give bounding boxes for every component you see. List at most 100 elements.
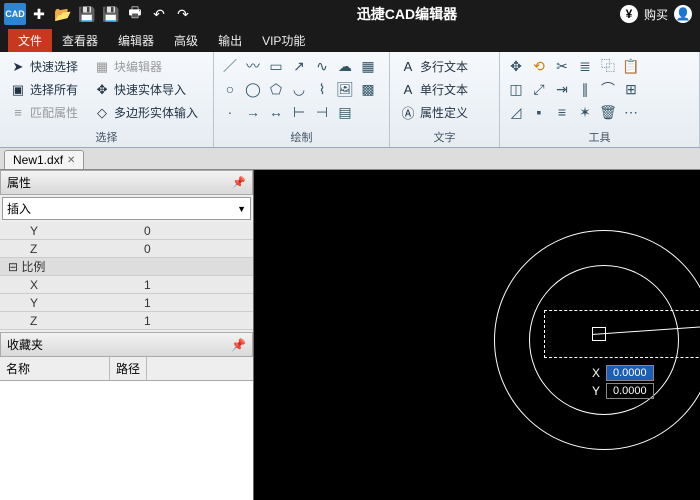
undo-icon[interactable]: ↶	[148, 3, 170, 25]
mtext-icon: A	[400, 59, 416, 75]
fillet-icon[interactable]: ⌒	[598, 79, 618, 99]
array-icon[interactable]: ⊞	[621, 79, 641, 99]
explode-icon[interactable]: ✶	[575, 102, 595, 122]
stext-button[interactable]: A单行文本	[396, 79, 493, 100]
match-icon: ≡	[10, 105, 26, 121]
match-props-button[interactable]: ≡匹配属性	[6, 102, 82, 123]
more-icon[interactable]: ⋯	[621, 102, 641, 122]
menu-editor[interactable]: 编辑器	[108, 29, 164, 52]
move-icon[interactable]: ✥	[506, 56, 526, 76]
quick-select-button[interactable]: ➤快速选择	[6, 56, 82, 77]
prop-row: X1	[0, 276, 253, 294]
hatch-icon[interactable]: ▦	[358, 56, 378, 76]
image-icon[interactable]: 🖼	[335, 79, 355, 99]
type-combo[interactable]: 插入 ▼	[2, 197, 251, 220]
dim2-icon[interactable]: ⊣	[312, 102, 332, 122]
chevron-down-icon: ▼	[237, 204, 246, 214]
xline-icon[interactable]: ↔	[266, 102, 286, 122]
polyline-icon[interactable]: 〰	[243, 56, 263, 76]
document-tab[interactable]: New1.dxf ✕	[4, 150, 84, 169]
paste-icon[interactable]: 📋	[621, 56, 641, 76]
redo-icon[interactable]: ↷	[172, 3, 194, 25]
properties-table: Y0 Z0 ⊟ 比例 X1 Y1 Z1	[0, 222, 253, 330]
favorites-header: 收藏夹 📌	[0, 332, 253, 357]
rect-icon[interactable]: ▭	[266, 56, 286, 76]
coord-input: X0.0000 Y0.0000	[586, 365, 654, 399]
x-input[interactable]: 0.0000	[606, 365, 654, 381]
pin-icon[interactable]: 📌	[232, 176, 246, 189]
polygon2-icon[interactable]: ⬠	[266, 79, 286, 99]
offset-icon[interactable]: ∥	[575, 79, 595, 99]
grip-icon[interactable]: ▪	[529, 102, 549, 122]
menu-file[interactable]: 文件	[8, 29, 52, 52]
buy-link[interactable]: 购买	[644, 6, 668, 23]
ray-icon[interactable]: →	[243, 102, 263, 122]
block2-icon[interactable]: ▩	[358, 79, 378, 99]
polygon-entity-button[interactable]: ◇多边形实体输入	[90, 102, 202, 123]
cloud-icon[interactable]: ☁	[335, 56, 355, 76]
menu-advanced[interactable]: 高级	[164, 29, 208, 52]
print-icon[interactable]: 🖶	[124, 3, 146, 25]
fast-entity-import-button[interactable]: ✥快速实体导入	[90, 79, 190, 100]
open-icon[interactable]: 📂	[52, 3, 74, 25]
scale-icon[interactable]: ⤢	[529, 79, 549, 99]
tool-icons: ✥⟲✂≣⿻📋 ◫⤢⇥∥⌒⊞ ◿▪≡✶🗑⋯	[506, 56, 641, 127]
spline-icon[interactable]: ⌇	[312, 79, 332, 99]
prop-row: Z1	[0, 312, 253, 330]
window-title: 迅捷CAD编辑器	[194, 4, 620, 24]
new-icon[interactable]: ✚	[28, 3, 50, 25]
attrdef-button[interactable]: Ⓐ属性定义	[396, 102, 493, 123]
mirror-icon[interactable]: ◫	[506, 79, 526, 99]
save-icon[interactable]: 💾	[76, 3, 98, 25]
extend-icon[interactable]: ⇥	[552, 79, 572, 99]
fav-col-name[interactable]: 名称	[0, 357, 110, 380]
menu-viewer[interactable]: 查看器	[52, 29, 108, 52]
block-icon: ▦	[94, 59, 110, 75]
align-icon[interactable]: ≡	[552, 102, 572, 122]
attr-icon: Ⓐ	[400, 105, 416, 121]
group-select-label: 选择	[6, 127, 207, 147]
menu-vip[interactable]: VIP功能	[252, 29, 315, 52]
copy2-icon[interactable]: ⿻	[598, 56, 618, 76]
y-input[interactable]: 0.0000	[606, 383, 654, 399]
circle-icon[interactable]: ○	[220, 79, 240, 99]
block-editor-button[interactable]: ▦块编辑器	[90, 56, 166, 77]
cursor-icon: ➤	[10, 59, 26, 75]
favorites-list	[0, 381, 253, 500]
ribbon: ➤快速选择 ▦块编辑器 ▣选择所有 ✥快速实体导入 ≡匹配属性 ◇多边形实体输入…	[0, 52, 700, 148]
group-tools-label: 工具	[506, 127, 693, 147]
menu-output[interactable]: 输出	[208, 29, 252, 52]
saveas-icon[interactable]: 💾	[100, 3, 122, 25]
rotate-icon[interactable]: ⟲	[529, 56, 549, 76]
group-text-label: 文字	[396, 127, 493, 147]
collapse-icon[interactable]: ⊟	[8, 260, 18, 274]
draw-tools: ／〰▭↗∿☁▦ ○◯⬠◡⌇🖼▩ ∙→↔⊢⊣▤	[220, 56, 378, 127]
table-icon[interactable]: ▤	[335, 102, 355, 122]
selection-marquee	[544, 310, 700, 358]
arc-icon[interactable]: ◡	[289, 79, 309, 99]
close-tab-icon[interactable]: ✕	[67, 155, 75, 166]
pin-icon[interactable]: 📌	[231, 338, 246, 352]
arrow-icon[interactable]: ↗	[289, 56, 309, 76]
dim-icon[interactable]: ⊢	[289, 102, 309, 122]
purge-icon[interactable]: 🗑	[598, 102, 618, 122]
line-icon[interactable]: ／	[220, 56, 240, 76]
ellipse-icon[interactable]: ◯	[243, 79, 263, 99]
user-icon[interactable]: 👤	[674, 5, 692, 23]
point-icon[interactable]: ∙	[220, 102, 240, 122]
currency-icon[interactable]: ¥	[620, 5, 638, 23]
layer-icon[interactable]: ≣	[575, 56, 595, 76]
trim-icon[interactable]: ✂	[552, 56, 572, 76]
properties-header: 属性 📌	[0, 170, 253, 195]
stext-icon: A	[400, 82, 416, 98]
select-all-button[interactable]: ▣选择所有	[6, 79, 82, 100]
fav-col-path[interactable]: 路径	[110, 357, 147, 380]
curve-icon[interactable]: ∿	[312, 56, 332, 76]
menu-bar: 文件 查看器 编辑器 高级 输出 VIP功能	[0, 28, 700, 52]
prop-row: Y1	[0, 294, 253, 312]
mtext-button[interactable]: A多行文本	[396, 56, 493, 77]
prop-group-scale: ⊟ 比例	[0, 258, 253, 276]
group-draw-label: 绘制	[220, 127, 383, 147]
drawing-canvas[interactable]: X0.0000 Y0.0000	[254, 170, 700, 500]
chamfer-icon[interactable]: ◿	[506, 102, 526, 122]
